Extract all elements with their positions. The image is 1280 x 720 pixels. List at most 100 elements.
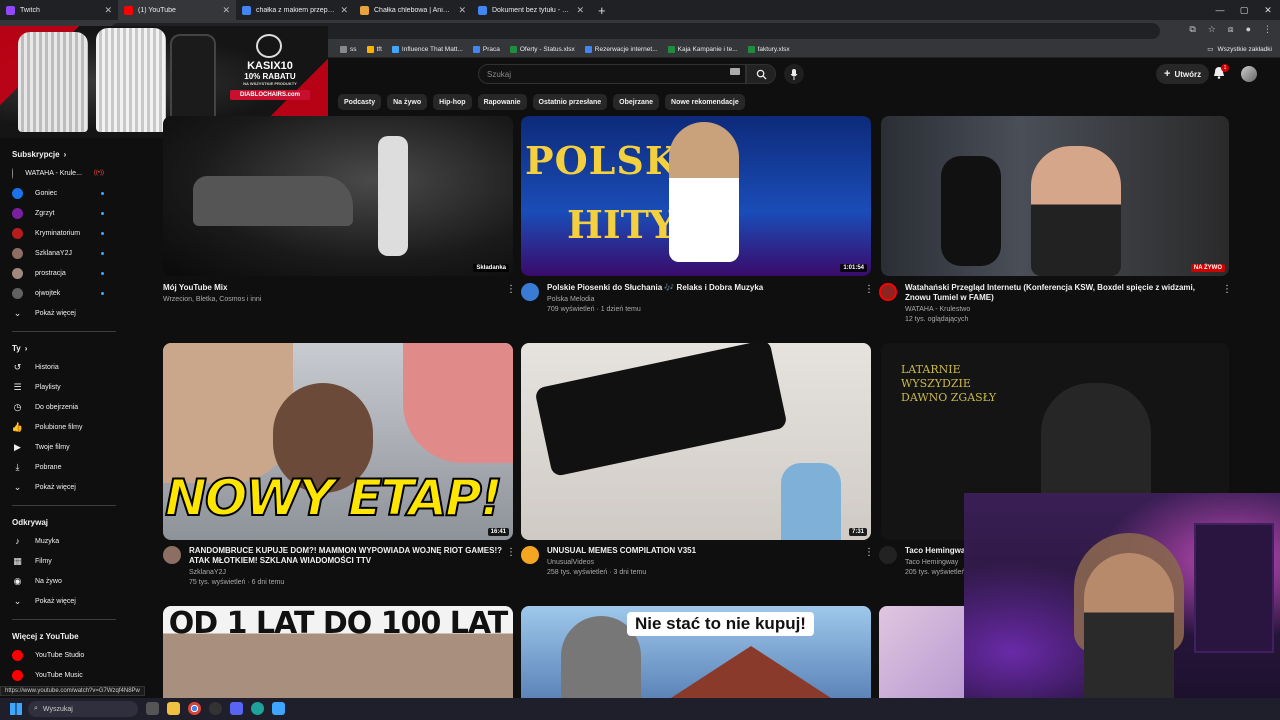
extensions-icon[interactable]: ⧈ — [1228, 24, 1234, 35]
browser-tab[interactable]: chałka z makiem przepis - Szuk ✕ — [236, 0, 354, 20]
bookmark-item[interactable]: Influence That Matt... — [391, 46, 463, 53]
video-thumbnail-partial[interactable] — [879, 606, 969, 698]
video-thumbnail-memes[interactable]: 7:31 — [521, 343, 871, 540]
tab-close-icon[interactable]: ✕ — [104, 5, 112, 16]
filter-chip[interactable]: Rapowanie — [477, 94, 527, 110]
you-header[interactable]: Ty › — [0, 340, 116, 357]
video-title[interactable]: Mój YouTube Mix — [163, 283, 261, 293]
browser-tab[interactable]: Dokument bez tytułu - Dokum ✕ — [472, 0, 590, 20]
keyboard-icon[interactable] — [730, 68, 740, 75]
more-options-icon[interactable]: ⋮ — [864, 547, 874, 558]
video-channel[interactable]: UnusualVideos — [547, 558, 696, 568]
sidebar-item[interactable]: ▦ Filmy — [0, 551, 116, 571]
video-title[interactable]: Taco Hemingway — [905, 546, 969, 556]
sidebar-item[interactable]: ⌄ Pokaż więcej — [0, 591, 116, 611]
subscription-item[interactable]: Zgrzyt — [0, 203, 116, 223]
subscription-item[interactable]: Kryminatorium — [0, 223, 116, 243]
windows-start-icon[interactable] — [10, 703, 22, 715]
task-view-icon[interactable] — [146, 702, 159, 715]
subscription-item[interactable]: Goniec — [0, 183, 116, 203]
minimize-icon[interactable]: — — [1208, 0, 1232, 20]
sidebar-item[interactable]: YouTube Studio — [0, 645, 116, 665]
subscription-item[interactable]: ojwojtek — [0, 283, 116, 303]
filter-chip[interactable]: Na żywo — [387, 94, 428, 110]
sidebar-item[interactable]: ☰ Playlisty — [0, 377, 116, 397]
sidebar-item[interactable]: ↺ Historia — [0, 357, 116, 377]
bookmark-item[interactable]: tft — [366, 46, 382, 53]
profile-icon[interactable]: ● — [1246, 24, 1251, 35]
sidebar-item[interactable]: ◷ Do obejrzenia — [0, 397, 116, 417]
bookmark-item[interactable]: faktury.xlsx — [747, 46, 790, 53]
bookmark-star-icon[interactable]: ☆ — [1208, 24, 1216, 35]
tab-close-icon[interactable]: ✕ — [340, 5, 348, 16]
file-explorer-icon[interactable] — [167, 702, 180, 715]
channel-avatar[interactable] — [879, 546, 897, 564]
sidebar-item[interactable]: ▶ Twoje filmy — [0, 437, 116, 457]
cast-icon[interactable]: ⧉ — [1189, 24, 1195, 35]
filter-chip[interactable]: Obejrzane — [613, 94, 660, 110]
subs-show-more[interactable]: ⌄ Pokaż więcej — [0, 303, 116, 323]
sidebar-item[interactable]: ⤓ Pobrane — [0, 457, 116, 477]
more-options-icon[interactable]: ⋮ — [864, 284, 874, 295]
search-input[interactable]: Szukaj — [478, 64, 746, 84]
channel-avatar[interactable] — [879, 283, 897, 301]
close-window-icon[interactable]: ✕ — [1256, 0, 1280, 20]
tab-close-icon[interactable]: ✕ — [576, 5, 584, 16]
account-avatar[interactable] — [1241, 66, 1257, 82]
create-button[interactable]: + Utwórz — [1156, 64, 1210, 84]
video-title[interactable]: Polskie Piosenki do Słuchania 🎶 Relaks i… — [547, 283, 763, 293]
video-title[interactable]: RANDOMBRUCE KUPUJE DOM?! MAMMON WYPOWIAD… — [189, 546, 503, 566]
video-title[interactable]: Watahański Przegląd Internetu (Konferenc… — [905, 283, 1219, 303]
more-options-icon[interactable]: ⋮ — [1222, 284, 1232, 295]
more-options-icon[interactable]: ⋮ — [506, 547, 516, 558]
subscription-item[interactable]: WATAHA - Krule... ((•)) — [0, 163, 116, 183]
channel-avatar[interactable] — [163, 546, 181, 564]
bookmark-item[interactable]: Praca — [472, 46, 500, 53]
chrome-icon[interactable] — [188, 702, 201, 715]
more-options-icon[interactable]: ⋮ — [506, 284, 516, 295]
video-title[interactable]: UNUSUAL MEMES COMPILATION V351 — [547, 546, 696, 556]
subscriptions-header[interactable]: Subskrypcje › — [0, 146, 116, 163]
browser-tab[interactable]: Chałka chlebowa | AniaGotuje ✕ — [354, 0, 472, 20]
tab-close-icon[interactable]: ✕ — [458, 5, 466, 16]
sidebar-item[interactable]: ◉ Na żywo — [0, 571, 116, 591]
bookmark-item[interactable]: Rezerwacje internet... — [584, 46, 658, 53]
app-icon[interactable] — [209, 702, 222, 715]
video-channel[interactable]: SzklanaY2J — [189, 568, 503, 578]
channel-avatar[interactable] — [521, 283, 539, 301]
sidebar-item[interactable]: YouTube Music — [0, 665, 116, 685]
channel-avatar[interactable] — [521, 546, 539, 564]
bookmark-item[interactable]: ss — [340, 46, 357, 53]
video-thumbnail-nie-stac[interactable]: Nie stać to nie kupuj! — [521, 606, 871, 698]
edge-icon[interactable] — [251, 702, 264, 715]
video-thumbnail-polskie-hity[interactable]: POLSKIE HITY 1:01:54 — [521, 116, 871, 276]
video-channel[interactable]: Polska Melodia — [547, 295, 763, 305]
browser-tab-active[interactable]: (1) YouTube ✕ — [118, 0, 236, 20]
video-thumbnail-watahanski[interactable]: NA ŻYWO — [881, 116, 1229, 276]
search-button[interactable] — [746, 64, 776, 84]
maximize-icon[interactable]: ▢ — [1232, 0, 1256, 20]
video-channel[interactable]: Taco Hemingway — [905, 558, 969, 568]
subscription-item[interactable]: prostracja — [0, 263, 116, 283]
tab-close-icon[interactable]: ✕ — [222, 5, 230, 16]
filter-chip[interactable]: Podcasty — [338, 94, 382, 110]
video-thumbnail-od-1-lat[interactable]: OD 1 LAT DO 100 LAT — [163, 606, 513, 698]
video-channel[interactable]: WATAHA - Krulestwo — [905, 305, 1219, 315]
sidebar-item[interactable]: 👍 Polubione filmy — [0, 417, 116, 437]
notepad-icon[interactable] — [272, 702, 285, 715]
bookmark-item[interactable]: Kaja Kampanie i te... — [667, 46, 738, 53]
taskbar-search-input[interactable]: ⌕ Wyszukaj — [28, 701, 138, 717]
browser-tab[interactable]: Twitch ✕ — [0, 0, 118, 20]
filter-chip[interactable]: Nowe rekomendacje — [665, 94, 745, 110]
video-thumbnail-mix[interactable]: Składanka — [163, 116, 513, 276]
sidebar-item[interactable]: ♪ Muzyka — [0, 531, 116, 551]
voice-search-button[interactable] — [784, 64, 804, 84]
bookmark-item[interactable]: Oferty - Status.xlsx — [509, 46, 575, 53]
menu-icon[interactable]: ⋮ — [1263, 24, 1272, 35]
filter-chip[interactable]: Ostatnio przesłane — [532, 94, 608, 110]
filter-chip[interactable]: Hip-hop — [433, 94, 472, 110]
new-tab-icon[interactable]: + — [590, 0, 614, 20]
video-thumbnail-nowy-etap[interactable]: NOWY ETAP! 16:41 — [163, 343, 513, 540]
subscription-item[interactable]: SzklanaY2J — [0, 243, 116, 263]
all-bookmarks-button[interactable]: ▭ Wszystkie zakładki — [1207, 45, 1272, 54]
